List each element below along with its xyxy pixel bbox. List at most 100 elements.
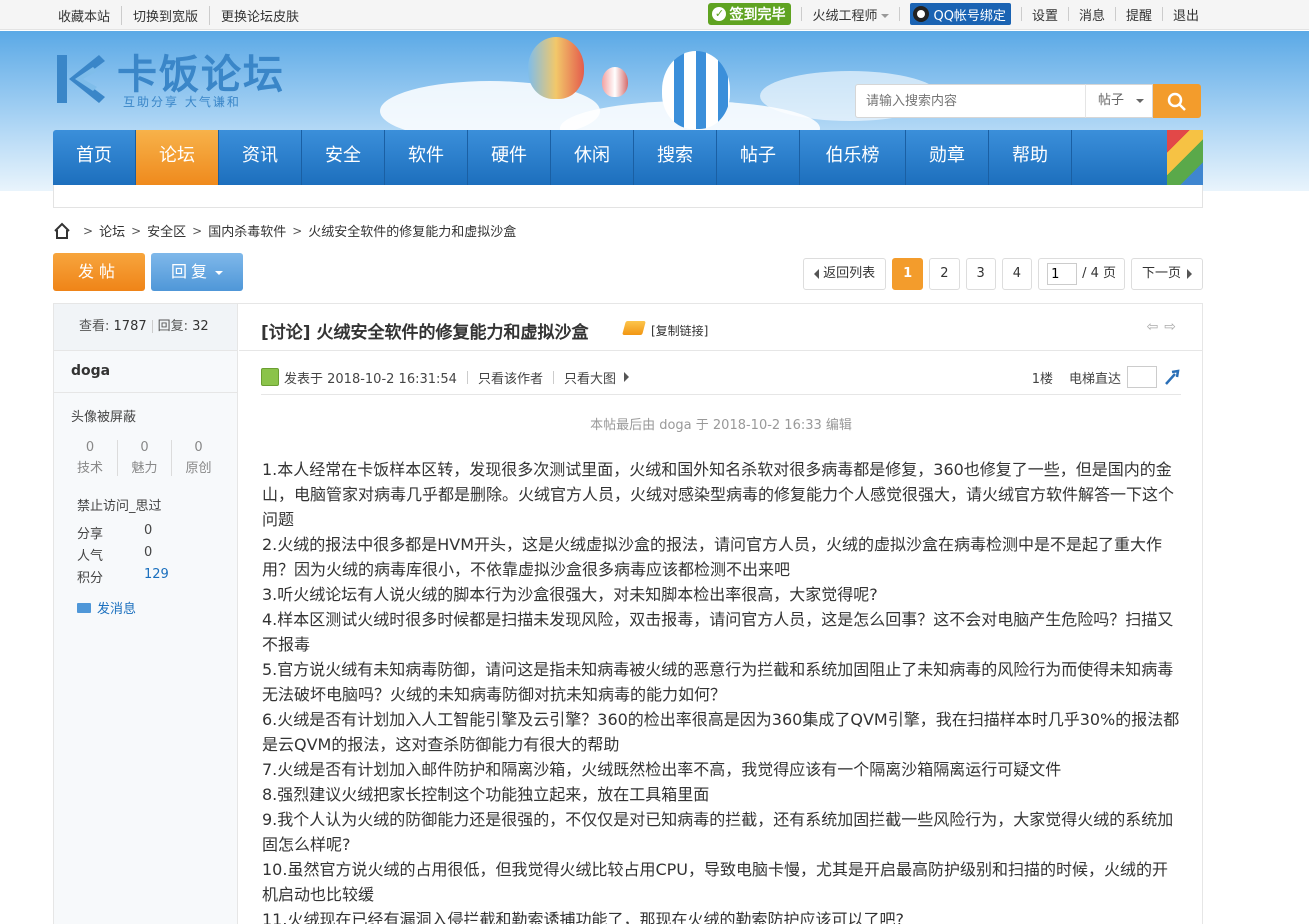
nav-item-forum[interactable]: 论坛 [136,130,219,185]
detail-value: 0 [144,523,153,538]
search-button[interactable] [1153,84,1201,118]
nav-item-home[interactable]: 首页 [53,130,136,185]
thread-stats: 查看: 1787 回复: 32 [54,304,237,351]
post-paragraph: 6.火绒是否有计划加入人工智能引擎及云引擎？360的检出率很高是因为360集成了… [262,710,1180,754]
author-sidebar: 查看: 1787 回复: 32 doga 头像被屏蔽 0 技术 0 魅力 0 原创… [54,304,238,924]
thread-container: 查看: 1787 回复: 32 doga 头像被屏蔽 0 技术 0 魅力 0 原创… [53,303,1203,924]
breadcrumb-domestic-antivirus[interactable]: 国内杀毒软件 [208,221,286,240]
play-icon[interactable] [623,372,629,382]
nav-item-hardware[interactable]: 硬件 [468,130,551,185]
home-icon[interactable] [53,222,71,240]
go-arrow-icon[interactable] [1163,368,1181,386]
page-4-button[interactable]: 4 [1001,258,1033,290]
notifications-link[interactable]: 提醒 [1126,5,1152,24]
prev-thread-icon[interactable]: ⇦ [1147,319,1159,335]
post-paragraph: 10.虽然官方说火绒的占用很低，但我觉得火绒比较占用CPU，导致电脑卡慢，尤其是… [262,860,1168,904]
chevron-down-icon [881,14,890,18]
copy-link-button[interactable]: [复制链接] [651,322,708,339]
top-links: 收藏本站 切换到宽版 更换论坛皮肤 [58,6,310,25]
nav-item-ranking[interactable]: 伯乐榜 [800,130,906,185]
reply-label: 回复 [170,262,211,281]
bookmark-site-link[interactable]: 收藏本站 [58,6,121,25]
settings-link[interactable]: 设置 [1032,5,1058,24]
page-jump-input[interactable] [1047,263,1078,285]
stat-charm[interactable]: 0 魅力 [117,440,171,476]
messages-link[interactable]: 消息 [1079,5,1105,24]
views-count: 1787 [113,319,147,334]
pagination: 返回列表 1 2 3 4 / 4 页 下一页 [797,258,1203,290]
back-to-list-label: 返回列表 [823,266,876,281]
color-corner-decoration [1167,130,1203,185]
post-paragraph: 1.本人经常在卡饭样本区转，发现很多次测试里面，火绒和国外知名杀软对很多病毒都是… [262,460,1175,529]
switch-wide-link[interactable]: 切换到宽版 [121,6,209,25]
nav-item-medals[interactable]: 勋章 [906,130,989,185]
total-pages-label: / 4 页 [1082,266,1116,281]
breadcrumb-security-zone[interactable]: 安全区 [147,221,186,240]
stat-value: 0 [140,440,149,455]
nav-item-security[interactable]: 安全 [302,130,385,185]
new-post-button[interactable]: 发帖 [53,253,145,291]
nav-item-posts[interactable]: 帖子 [717,130,800,185]
nav-item-news[interactable]: 资讯 [219,130,302,185]
online-status-icon [261,368,279,386]
send-message-link[interactable]: 发消息 [77,598,237,617]
nav-item-leisure[interactable]: 休闲 [551,130,634,185]
breadcrumb-forum[interactable]: 论坛 [99,221,125,240]
post-paragraph: 3.听火绒论坛有人说火绒的脚本行为沙盒很强大，对未知脚本检出率很高，大家觉得呢? [262,585,878,604]
jump-floor-input[interactable] [1127,366,1157,388]
site-logo[interactable]: 卡饭论坛 互助分享 大气谦和 [53,51,303,111]
signin-done-button[interactable]: ✓ 签到完毕 [708,3,792,25]
breadcrumb: > 论坛 > 安全区 > 国内杀毒软件 > 火绒安全软件的修复能力和虚拟沙盒 [53,221,516,240]
points-link[interactable]: 129 [144,567,169,589]
avatar-hidden-notice: 头像被屏蔽 [71,410,137,425]
search-type-select[interactable]: 帖子 [1085,84,1153,118]
check-icon: ✓ [712,7,727,21]
detail-row: 分享 0 [77,523,237,545]
only-author-link[interactable]: 只看该作者 [478,368,543,387]
change-skin-link[interactable]: 更换论坛皮肤 [209,6,310,25]
post-date: 发表于 2018-10-2 16:31:54 [284,371,457,387]
post-main: [讨论] 火绒安全软件的修复能力和虚拟沙盒 [复制链接] ⇦ ⇨ 发表于 201… [239,304,1202,924]
signin-label: 签到完毕 [729,7,786,23]
detail-key: 人气 [77,549,104,564]
chevron-left-icon [814,268,820,279]
nav-item-help[interactable]: 帮助 [989,130,1072,185]
floor-number: 1楼 [1031,371,1053,387]
chevron-right-icon: > [292,223,303,238]
next-thread-icon[interactable]: ⇨ [1164,319,1176,335]
breadcrumb-thread[interactable]: 火绒安全软件的修复能力和虚拟沙盒 [308,221,516,240]
detail-value: 0 [144,545,153,560]
stat-original[interactable]: 0 原创 [171,440,225,476]
author-name[interactable]: doga [54,351,237,393]
replies-count: 32 [192,319,209,334]
user-group[interactable]: 禁止访问_思过 [77,495,237,514]
logo-slogan: 互助分享 大气谦和 [123,95,241,109]
page-1-button[interactable]: 1 [892,258,924,290]
balloon-decoration [602,67,628,97]
qq-bind-button[interactable]: QQ帐号绑定 [910,3,1011,25]
page-3-button[interactable]: 3 [965,258,996,290]
view-big-image-link[interactable]: 只看大图 [564,368,616,387]
balloon-decoration [662,51,730,129]
page-2-button[interactable]: 2 [929,258,960,290]
stat-tech[interactable]: 0 技术 [63,440,117,476]
logout-link[interactable]: 退出 [1173,5,1199,24]
search-icon [1167,92,1186,111]
nav-item-software[interactable]: 软件 [385,130,468,185]
post-paragraph: 4.样本区测试火绒时很多时候都是扫描未发现风险，双击报毒，请问官方人员，这是怎么… [262,610,1174,654]
reply-button[interactable]: 回复 [151,253,243,291]
back-to-list-button[interactable]: 返回列表 [803,258,887,290]
next-page-button[interactable]: 下一页 [1130,258,1203,290]
hot-thread-icon [622,321,646,335]
edit-note: 本帖最后由 doga 于 2018-10-2 16:33 编辑 [590,418,852,433]
post-paragraph: 5.官方说火绒有未知病毒防御，请问这是指未知病毒被火绒的恶意行为拦截和系统加固阻… [262,660,1174,704]
post-title: [讨论] 火绒安全软件的修复能力和虚拟沙盒 [261,323,589,343]
qq-bind-label: QQ帐号绑定 [933,8,1006,24]
username-dropdown[interactable]: 火绒工程师 [812,5,890,24]
search-input[interactable] [855,84,1085,118]
author-stats: 0 技术 0 魅力 0 原创 [63,440,237,476]
post-paragraph: 7.火绒是否有计划加入邮件防护和隔离沙箱，火绒既然检出率不高，我觉得应该有一个隔… [262,760,1062,779]
stat-value: 0 [194,440,203,455]
nav-item-search[interactable]: 搜索 [634,130,717,185]
post-body: 1.本人经常在卡饭样本区转，发现很多次测试里面，火绒和国外知名杀软对很多病毒都是… [262,457,1182,924]
